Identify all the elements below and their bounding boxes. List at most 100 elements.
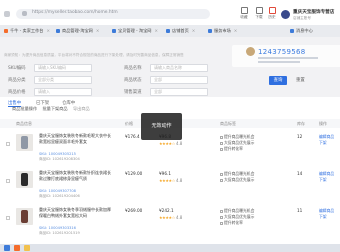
rating-value: 4.8 [175, 178, 183, 183]
tab-workbench[interactable]: 千牛 - 卖家工作台 × [4, 27, 50, 35]
product-image [21, 173, 28, 186]
tab-favicon-icon [166, 29, 170, 33]
price-label: 商品价格 [8, 90, 26, 95]
product-sku: SKU: 100049307708 [39, 189, 76, 193]
product-id: 商品ID: 102619201519 [39, 231, 80, 235]
category-label: 商品分类 [8, 78, 26, 83]
batch-off-shelf-link[interactable]: 批量下架商品 [42, 106, 67, 111]
download-icon [255, 7, 263, 14]
th-product: 商品信息 [16, 121, 32, 126]
tab-item-manage[interactable]: 宝贝管理 - 淘宝网 × [112, 27, 158, 35]
store-subtitle: 店铺主账号 [293, 16, 311, 20]
store-avatar[interactable] [281, 10, 290, 19]
off-shelf-link[interactable]: 下架 [319, 140, 327, 146]
tab-shop-home[interactable]: 店铺首页 × [166, 27, 195, 35]
tab-messages[interactable]: 消息中心 [290, 27, 313, 35]
product-name[interactable]: 重庆天宝服饰女装秋冬新款毛呢大衣中长款宽松显瘦双面羊毛外套女 [39, 133, 111, 144]
tab-favicon-icon [4, 29, 8, 33]
product-id: 商品ID: 102619204406 [39, 194, 80, 198]
batch-operation-link[interactable]: 商品批量操作 [12, 106, 37, 111]
divider [258, 57, 318, 59]
table-row[interactable]: 重庆天宝服饰女装冬季羽绒服中长款加厚保暖白鸭绒外套女宽松大码 SKU: 1000… [0, 204, 340, 240]
row-checkbox[interactable] [6, 142, 10, 146]
sku-label: SKU编码 [8, 66, 26, 71]
bookmark-icon [240, 7, 248, 14]
product-price: ¥176.4 [125, 134, 140, 139]
tab-goods-manage[interactable]: 商品管理-淘宝网 × [56, 27, 99, 35]
th-ops: 操作 [319, 121, 327, 126]
row-checkbox[interactable] [6, 216, 10, 220]
rating-stars: ★★★★☆4.8 [159, 178, 183, 183]
url-text: https://myseller.taobao.com/home.htm [32, 10, 118, 15]
close-icon[interactable]: × [155, 28, 159, 33]
reset-button[interactable]: 重置 [296, 76, 305, 85]
product-stock: 12 [297, 134, 303, 139]
close-icon[interactable]: × [47, 28, 51, 33]
tab-favicon-icon [208, 29, 212, 33]
tab-strip: 千牛 - 卖家工作台 × 商品管理-淘宝网 × 宝贝管理 - 淘宝网 × 店铺首页 × … [0, 25, 340, 37]
table-row[interactable]: 重庆天宝服饰女装秋冬新款针织连衣裙长款过膝打底裙修身显瘦气质 SKU: 1000… [0, 167, 340, 203]
product-orig-price: ¥96.1 [159, 171, 171, 176]
tag-checkbox-icon [220, 178, 223, 182]
tag-checkbox-icon [220, 221, 223, 225]
search-button[interactable]: 查询 [269, 76, 287, 85]
product-id: 商品ID: 102619208304 [39, 157, 80, 161]
tab-favicon-icon [56, 29, 60, 33]
close-icon[interactable]: × [96, 28, 100, 33]
product-thumbnail[interactable] [16, 134, 33, 151]
start-icon[interactable] [4, 245, 10, 251]
close-icon[interactable]: × [192, 28, 196, 33]
browser-toolbar: https://myseller.taobao.com/home.htm 收藏 … [0, 0, 340, 25]
product-thumbnail[interactable] [16, 208, 33, 225]
history-icon [268, 7, 276, 14]
rating-stars: ★★★★☆4.8 [159, 215, 183, 220]
browser-icon[interactable] [14, 245, 20, 251]
sku-input[interactable]: 请输入SKU编码 [34, 64, 92, 72]
store-name[interactable]: 重庆天宝服饰专营店 [293, 9, 334, 15]
price-input[interactable]: 请输入 [34, 88, 92, 96]
product-image [21, 210, 28, 223]
folder-icon[interactable] [24, 245, 30, 251]
product-price: ¥129.00 [125, 171, 143, 176]
back-icon[interactable] [4, 11, 10, 17]
filter-form: SKU编码 请输入SKU编码 商品名称 请输入商品名称 商品分类 全部分类 商品… [0, 62, 340, 96]
off-shelf-link[interactable]: 下架 [319, 177, 327, 183]
tag-checkbox-icon [220, 141, 223, 145]
contact-avatar [246, 47, 255, 56]
row-checkbox[interactable] [6, 179, 10, 183]
product-thumbnail[interactable] [16, 171, 33, 188]
product-name[interactable]: 重庆天宝服饰女装冬季羽绒服中长款加厚保暖白鸭绒外套女宽松大码 [39, 207, 111, 218]
product-stock: 11 [297, 208, 303, 213]
tag-checkbox-icon [220, 172, 223, 176]
tab-service-market[interactable]: 服务市场 × [208, 27, 237, 35]
tag-checkbox-icon [220, 215, 223, 219]
rating-value: 4.8 [175, 141, 183, 146]
batch-actions: 商品批量操作 批量下架商品 导出商品 [12, 106, 90, 112]
status-label: 商品状态 [124, 78, 142, 83]
rating-stars: ★★★★☆4.8 [159, 141, 183, 146]
history-button[interactable]: 历史 [264, 7, 280, 20]
product-tag: 提升转化率 [220, 146, 243, 152]
name-label: 商品名称 [124, 66, 142, 71]
product-image [21, 136, 28, 149]
product-sku: SKU: 100049305215 [39, 152, 76, 156]
bookmark-button[interactable]: 收藏 [236, 7, 252, 20]
channel-select[interactable]: 全部 [150, 88, 208, 96]
tab-favicon-icon [290, 29, 294, 33]
th-tags: 商品标签 [220, 121, 236, 126]
off-shelf-link[interactable]: 下架 [319, 214, 327, 220]
tag-checkbox-icon [220, 147, 223, 151]
product-name[interactable]: 重庆天宝服饰女装秋冬新款针织连衣裙长款过膝打底裙修身显瘦气质 [39, 170, 111, 181]
status-select[interactable]: 全部 [150, 76, 208, 84]
name-input[interactable]: 请输入商品名称 [150, 64, 208, 72]
export-link[interactable]: 导出商品 [73, 106, 90, 111]
category-select[interactable]: 全部分类 [34, 76, 92, 84]
phone-number[interactable]: 1243759568 [258, 48, 306, 56]
address-bar[interactable]: https://myseller.taobao.com/home.htm [16, 9, 210, 19]
th-stock: 库存 [297, 121, 305, 126]
tag-checkbox-icon [220, 209, 223, 213]
taskbar [0, 244, 340, 252]
product-tag: 提升转化率 [220, 220, 243, 226]
close-icon[interactable]: × [234, 28, 238, 33]
rating-value: 4.8 [175, 215, 183, 220]
